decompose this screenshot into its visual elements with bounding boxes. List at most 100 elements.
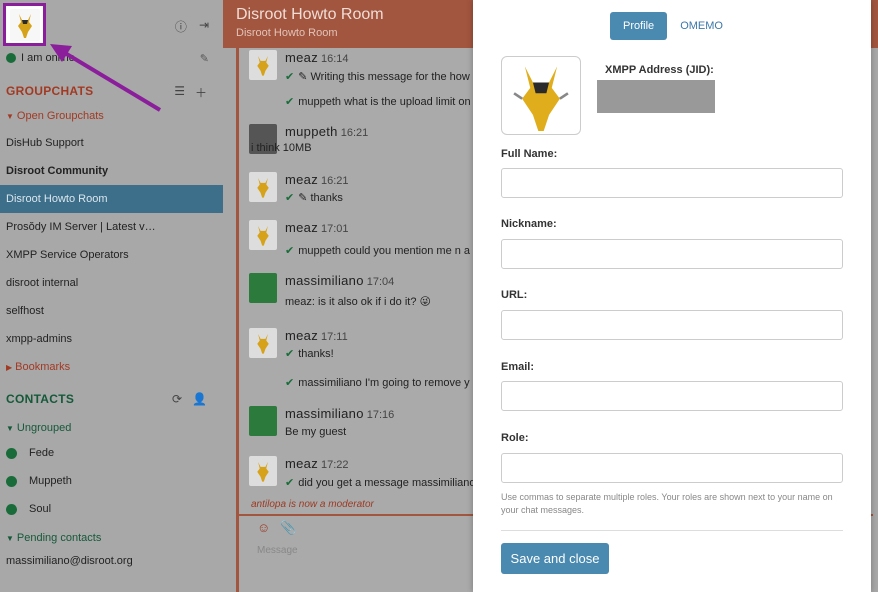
message-text: ✎ thanks [298,192,343,204]
author-avatar [249,456,277,486]
check-icon: ✔ [285,245,295,257]
attachment-icon[interactable]: 📎 [280,520,296,536]
author-name[interactable]: meaz [285,50,318,65]
ungrouped-label: Ungrouped [16,422,72,434]
author-avatar [249,328,277,358]
status-text: I am online [21,52,75,64]
modal-tabs: Profile OMEMO [610,12,736,40]
message-header: muppeth 16:21 [285,124,368,139]
caret-down-icon: ▼ [6,112,14,121]
room-item-prosody[interactable]: Prosŏdy IM Server | Latest v… [0,213,223,241]
email-label: Email: [501,361,535,373]
own-avatar-button[interactable] [3,3,46,46]
message-time: 16:21 [321,175,349,187]
room-item-disroot-howto-room[interactable]: Disroot Howto Room [0,185,223,213]
user-avatar-image [9,8,40,41]
chat-title: Disroot Howto Room [236,6,384,23]
pending-contacts-toggle[interactable]: ▼ Pending contacts [6,532,101,544]
email-field[interactable] [501,381,843,411]
message-time: 16:14 [321,53,349,65]
author-avatar [249,172,277,202]
message-line: ✔ massimiliano I'm going to remove y [285,376,470,389]
message-input[interactable]: Message [257,545,298,556]
info-icon[interactable]: ⓘ [175,18,187,35]
author-name[interactable]: meaz [285,172,318,187]
bookmarks-toggle[interactable]: ▶ Bookmarks [6,361,70,373]
online-status-icon [6,447,17,459]
author-name[interactable]: muppeth [285,124,338,139]
room-item-disroot-community[interactable]: Disroot Community [0,157,223,185]
list-rooms-icon[interactable]: ☰ [174,84,185,101]
message-line: ✔ muppeth could you mention me n a [285,244,470,257]
message-time: 17:04 [366,276,395,288]
contact-name: Soul [29,503,52,515]
author-name[interactable]: massimiliano [285,406,364,421]
message-line: ✔ thanks! [285,347,334,360]
groupchats-heading: GROUPCHATS [6,84,94,98]
open-groupchats-label: Open Groupchats [16,110,104,122]
room-item-selfhost[interactable]: selfhost [0,297,223,325]
message-text: ✎ Writing this message for the how [298,71,470,83]
url-field[interactable] [501,310,843,340]
pending-contact-item[interactable]: massimiliano@disroot.org [6,555,133,567]
room-item-xmpp-service-operators[interactable]: XMPP Service Operators [0,241,223,269]
add-groupchat-icon[interactable]: ＋ [195,84,207,101]
add-contact-icon[interactable]: 👤 [192,392,207,406]
role-label: Role: [501,432,529,444]
check-icon: ✔ [285,71,295,83]
contact-name: Fede [29,447,55,459]
sync-icon[interactable]: ⟳ [172,392,182,406]
save-and-close-button[interactable]: Save and close [501,543,609,574]
contact-item-soul[interactable]: Soul [6,503,51,515]
message-header: massimiliano 17:04 [285,273,394,288]
room-item-xmpp-admins[interactable]: xmpp-admins [0,325,223,353]
message-header: meaz 16:21 [285,172,349,187]
ungrouped-toggle[interactable]: ▼ Ungrouped [6,422,71,434]
message-line: ✔ muppeth what is the upload limit on c [285,95,479,108]
nickname-field[interactable] [501,239,843,269]
tab-omemo[interactable]: OMEMO [667,12,736,40]
author-name[interactable]: meaz [285,328,318,343]
message-time: 17:11 [321,331,348,343]
caret-right-icon: ▶ [6,363,13,372]
profile-avatar[interactable] [501,56,581,135]
message-time: 17:16 [366,409,395,421]
open-groupchats-toggle[interactable]: ▼ Open Groupchats [6,110,104,122]
message-header: meaz 17:11 [285,328,348,343]
online-status-icon [6,53,16,63]
message-text: muppeth what is the upload limit on c [298,96,480,108]
logout-icon[interactable]: ⇥ [199,18,209,35]
room-item-disroot-internal[interactable]: disroot internal [0,269,223,297]
author-name[interactable]: meaz [285,220,318,235]
room-item-dishub-support[interactable]: DisHub Support [0,129,223,157]
url-label: URL: [501,289,528,301]
message-text: muppeth could you mention me n a [298,245,471,257]
role-field[interactable] [501,453,843,483]
edit-status-icon[interactable]: ✎ [200,52,209,65]
caret-down-icon: ▼ [6,534,14,543]
check-icon: ✔ [285,377,295,389]
chat-subtitle: Disroot Howto Room [236,27,338,39]
author-name[interactable]: meaz [285,456,318,471]
emoji-icon[interactable]: ☺ [257,520,270,536]
message-text: Be my guest [285,426,347,438]
bookmarks-label: Bookmarks [15,361,71,373]
tab-profile[interactable]: Profile [610,12,668,40]
status-selector[interactable]: I am online [6,52,75,64]
contact-item-muppeth[interactable]: Muppeth [6,475,72,487]
message-text: massimiliano I'm going to remove y [298,377,470,389]
moderator-notice: antilopa is now a moderator [251,499,374,510]
message-time: 17:01 [321,223,349,235]
message-line: ✔ did you get a message massimiliano [285,476,476,489]
message-text: meaz: is it also ok if i do it? 😜 [285,296,431,308]
author-avatar [249,406,277,436]
author-name[interactable]: massimiliano [285,273,364,288]
message-text: thanks! [298,348,334,360]
contact-item-fede[interactable]: Fede [6,447,54,459]
online-status-icon [6,475,17,487]
full-name-field[interactable] [501,168,843,198]
full-name-label: Full Name: [501,148,558,160]
message-time: 16:21 [340,127,369,139]
nickname-label: Nickname: [501,218,557,230]
check-icon: ✔ [285,96,295,108]
